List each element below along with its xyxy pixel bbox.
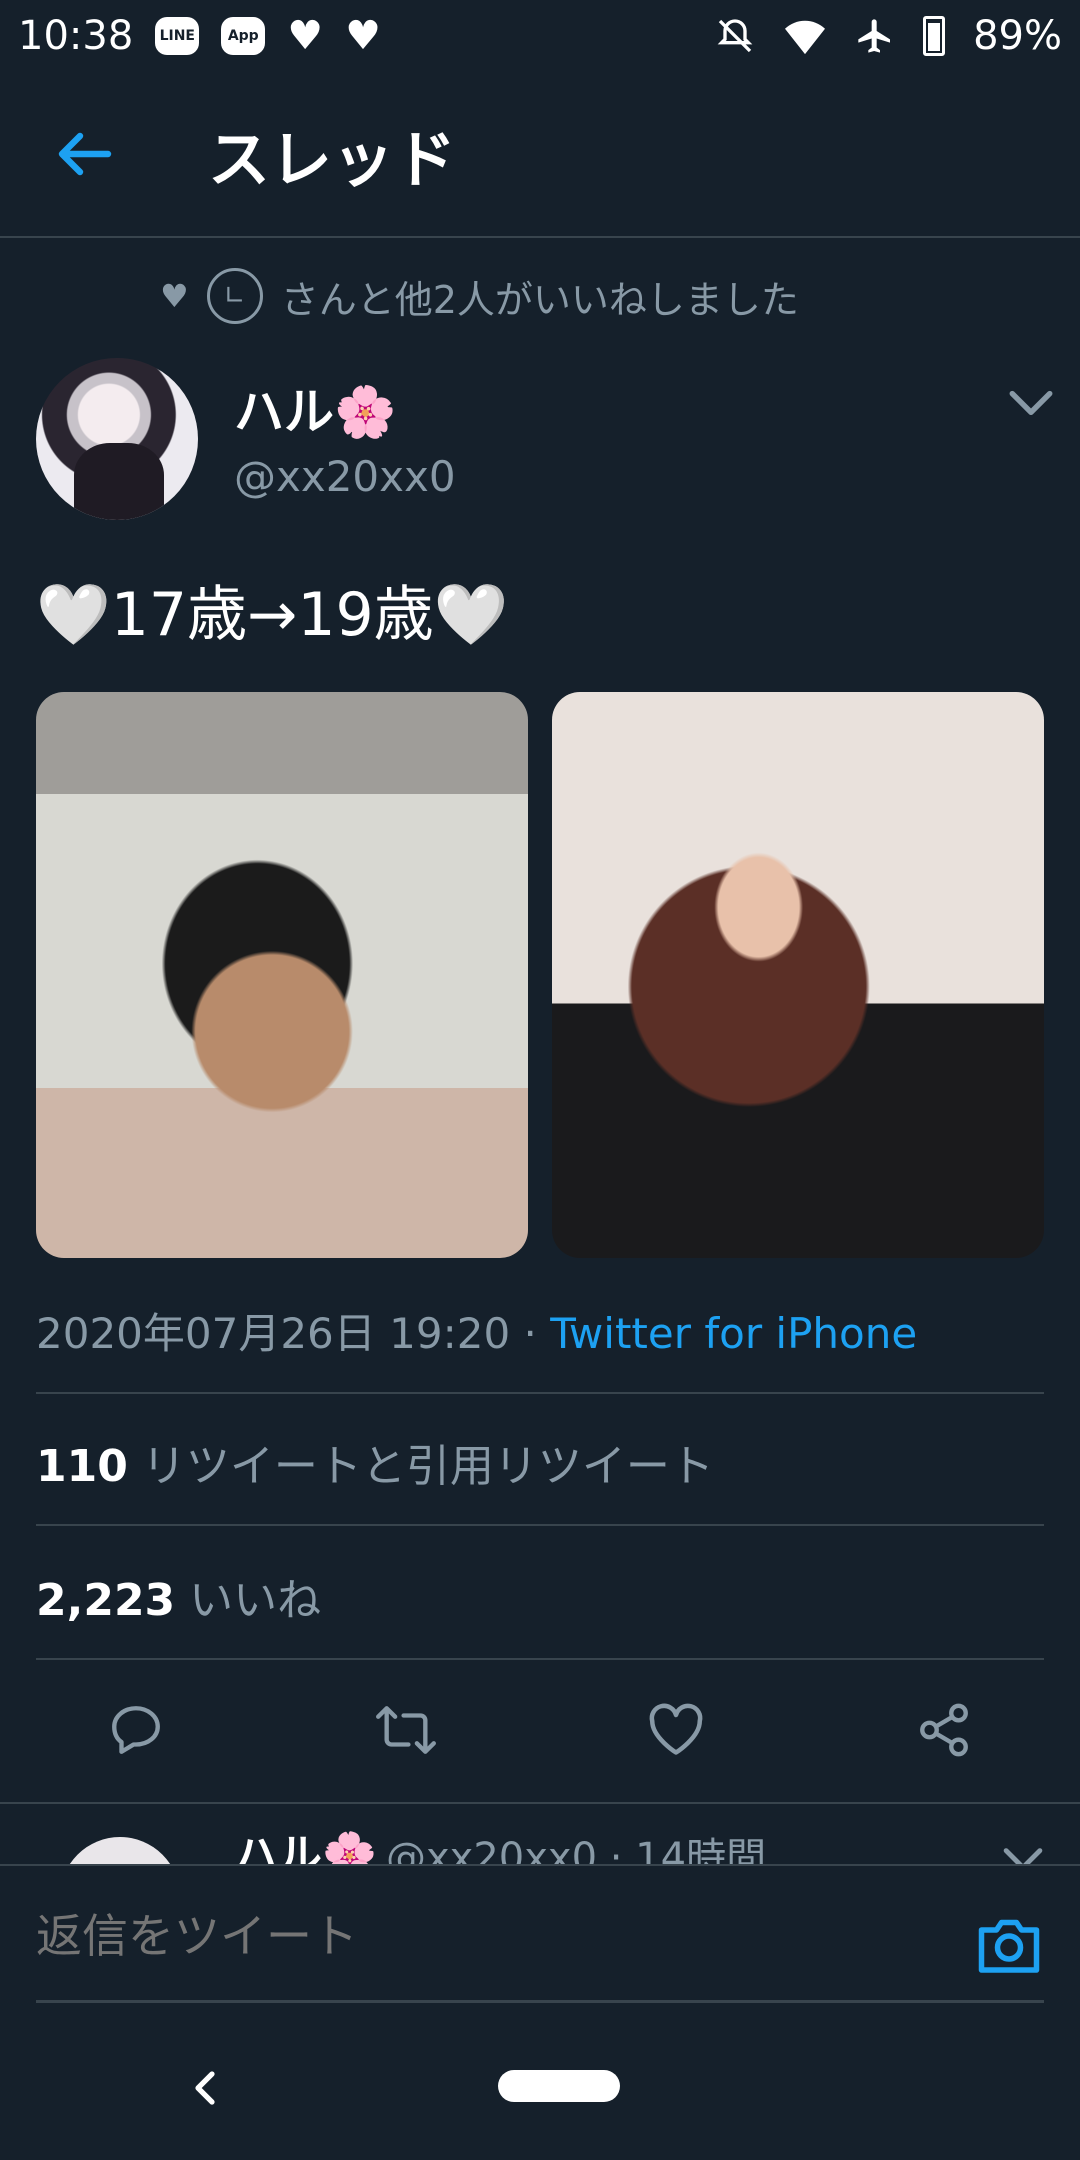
bell-off-icon xyxy=(717,19,753,53)
reply-preview[interactable]: ハル🌸 @xx20xx0 · 14時間 xyxy=(0,1805,1080,1865)
tweet-photo-left[interactable] xyxy=(36,692,528,1258)
reply-compose-bar xyxy=(0,1864,1080,2014)
author-avatar[interactable] xyxy=(36,358,198,520)
liker-avatar: ∟ xyxy=(206,268,263,324)
tweet-photo-right[interactable] xyxy=(552,692,1044,1258)
wifi-icon xyxy=(785,20,826,55)
photo-overlay xyxy=(552,692,1044,1258)
line-notification-icon: LINE xyxy=(155,17,200,55)
tweet-text: 🤍17歳→19歳🤍 xyxy=(36,580,509,650)
author-display-name[interactable]: ハル🌸 xyxy=(234,372,396,444)
share-button[interactable] xyxy=(904,1690,984,1770)
app-header: スレッド xyxy=(0,72,1080,238)
input-underline xyxy=(36,2000,1044,2003)
page-title: スレッド xyxy=(208,123,457,196)
retweet-count: 110 xyxy=(36,1441,128,1492)
retweet-stats[interactable]: 110 リツイートと引用リツイート xyxy=(36,1430,714,1494)
battery-icon xyxy=(923,16,946,56)
divider xyxy=(0,1802,1080,1804)
retweet-button[interactable] xyxy=(366,1690,446,1770)
photo-overlay xyxy=(36,692,528,1258)
chevron-down-icon[interactable] xyxy=(1006,386,1056,422)
camera-icon[interactable] xyxy=(974,1914,1044,1976)
heart-notification-icon: ♥ xyxy=(345,13,381,59)
heart-notification-icon: ♥ xyxy=(287,13,324,59)
reply-author-meta: @xx20xx0 · 14時間 xyxy=(386,1835,767,1865)
status-bar: 10:38 LINE App ♥ ♥ 89% xyxy=(0,0,1080,72)
airplane-mode-icon xyxy=(858,19,891,53)
tweet-timestamp: 2020年07月26日 19:20 · Twitter for iPhone xyxy=(36,1300,917,1361)
nav-back-icon[interactable] xyxy=(186,2068,226,2108)
like-count: 2,223 xyxy=(36,1575,176,1626)
heart-icon: ♥ xyxy=(160,277,189,315)
nav-home-pill[interactable] xyxy=(498,2070,620,2102)
chevron-down-icon[interactable] xyxy=(1000,1845,1046,1865)
like-label: いいね xyxy=(175,1575,322,1626)
divider xyxy=(36,1392,1044,1394)
divider xyxy=(36,1524,1044,1526)
liked-by-text: さんと他2人がいいねしました xyxy=(280,277,799,322)
like-stats[interactable]: 2,223 いいね xyxy=(36,1564,321,1628)
retweet-label: リツイートと引用リツイート xyxy=(127,1441,714,1492)
tweet-source-link[interactable]: Twitter for iPhone xyxy=(550,1309,917,1358)
heart-outline-icon xyxy=(649,1703,703,1755)
reply-input[interactable] xyxy=(36,1906,956,1966)
share-icon xyxy=(920,1703,968,1757)
back-arrow-icon xyxy=(58,132,112,176)
like-button[interactable] xyxy=(636,1690,716,1770)
back-button[interactable] xyxy=(24,94,144,214)
liked-by-context[interactable]: ♥ ∟ さんと他2人がいいねしました xyxy=(160,268,799,324)
reply-button[interactable] xyxy=(96,1690,176,1770)
tweet-action-bar xyxy=(0,1690,1080,1770)
author-handle[interactable]: @xx20xx0 xyxy=(234,452,456,501)
app-notification-icon: App xyxy=(221,17,266,55)
system-nav-bar xyxy=(0,2014,1080,2160)
reply-icon xyxy=(112,1706,160,1754)
reply-author-avatar xyxy=(60,1837,180,1865)
divider xyxy=(36,1658,1044,1660)
retweet-icon xyxy=(376,1706,436,1754)
tweet-date: 2020年07月26日 19:20 · xyxy=(36,1309,551,1358)
status-time: 10:38 xyxy=(18,13,134,59)
reply-author-name: ハル🌸 xyxy=(234,1830,377,1865)
battery-percentage: 89% xyxy=(973,13,1062,59)
